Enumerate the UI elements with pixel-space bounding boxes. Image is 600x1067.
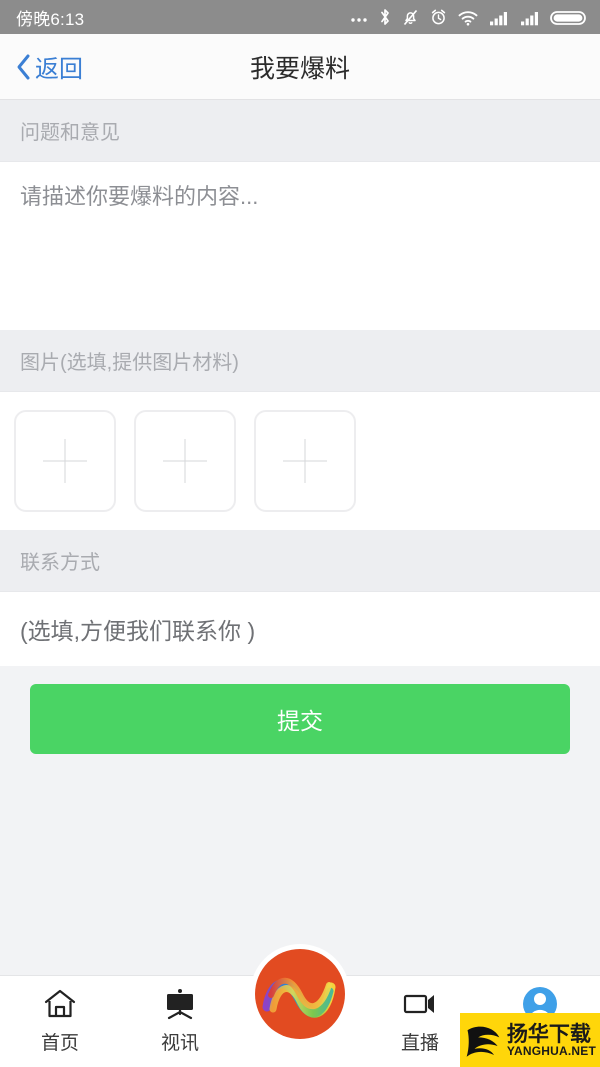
add-photo-button-1[interactable] — [14, 410, 116, 512]
tv-easel-icon — [162, 986, 198, 1022]
page-title: 我要爆料 — [249, 54, 350, 83]
tab-video[interactable]: 视讯 — [120, 976, 240, 1055]
form-content: 问题和意见 请描述你要爆料的内容... 图片(选填,提供图片材料) 联系方式 (… — [0, 100, 600, 975]
signal-bars-icon — [521, 12, 538, 26]
watermark-text: 扬华下载 YANGHUA.NET — [507, 1024, 596, 1057]
add-photo-button-3[interactable] — [254, 410, 356, 512]
contact-section-label: 联系方式 — [0, 530, 600, 592]
page-header: 返回 我要爆料 — [0, 34, 600, 100]
alarm-clock-icon — [431, 9, 446, 25]
watermark-cn: 扬华下载 — [506, 1022, 591, 1046]
bluetooth-icon — [381, 9, 389, 25]
image-section-label: 图片(选填,提供图片材料) — [0, 330, 600, 392]
tab-home-label: 首页 — [40, 1033, 79, 1054]
watermark-en: YANGHUA.NET — [506, 1043, 596, 1058]
back-button[interactable]: 返回 — [0, 49, 83, 84]
status-time: 傍晚6:13 — [16, 9, 85, 29]
submit-area: 提交 — [0, 666, 600, 754]
home-icon — [43, 986, 77, 1022]
back-button-label: 返回 — [35, 56, 83, 83]
more-dots-icon — [351, 18, 367, 22]
report-content-textarea[interactable]: 请描述你要爆料的内容... — [0, 162, 600, 330]
battery-icon — [550, 11, 586, 25]
signal-bars-icon — [490, 12, 507, 26]
bird-logo-icon — [466, 1026, 500, 1057]
chevron-left-icon — [17, 54, 30, 79]
site-watermark: 扬华下载 YANGHUA.NET — [460, 1013, 600, 1067]
plus-icon — [283, 439, 327, 483]
submit-button[interactable]: 提交 — [30, 684, 570, 754]
plus-icon — [43, 439, 87, 483]
contact-input-placeholder: (选填,方便我们联系你 ) — [20, 618, 256, 644]
contact-input[interactable]: (选填,方便我们联系你 ) — [0, 592, 600, 666]
vibrate-off-icon — [403, 9, 418, 26]
page-filler — [0, 754, 600, 975]
tab-video-label: 视讯 — [160, 1033, 199, 1054]
tab-home[interactable]: 首页 — [0, 976, 120, 1055]
wifi-icon — [458, 11, 478, 26]
report-content-placeholder: 请描述你要爆料的内容... — [20, 184, 259, 209]
tab-live-label: 直播 — [400, 1033, 439, 1054]
app-screen: 傍晚6:13 返回 我要爆料 问题和意见 请描述你要爆料的内容... 图片(选填… — [0, 0, 600, 1067]
app-logo-button[interactable] — [250, 944, 350, 1044]
status-bar: 傍晚6:13 — [0, 0, 600, 34]
image-upload-row — [0, 392, 600, 530]
content-section-label: 问题和意见 — [0, 100, 600, 162]
video-camera-icon — [401, 986, 439, 1022]
add-photo-button-2[interactable] — [134, 410, 236, 512]
app-logo-icon — [255, 949, 345, 1039]
plus-icon — [163, 439, 207, 483]
status-icon-group — [349, 7, 588, 27]
